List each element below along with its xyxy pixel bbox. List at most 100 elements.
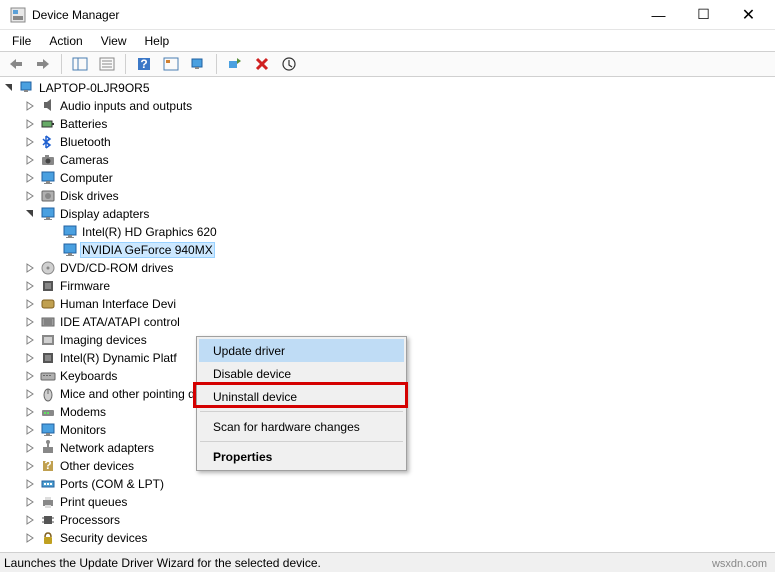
context-menu: Update driver Disable device Uninstall d…: [196, 336, 407, 471]
menu-view[interactable]: View: [93, 32, 135, 50]
cpu-icon: [40, 512, 56, 528]
expand-arrow-icon[interactable]: [22, 512, 38, 528]
back-button[interactable]: [4, 53, 28, 75]
disk-icon: [40, 188, 56, 204]
tree-item-label: DVD/CD-ROM drives: [58, 261, 175, 275]
tree-category[interactable]: Ports (COM & LPT): [0, 475, 775, 493]
other-icon: ?: [40, 458, 56, 474]
forward-button[interactable]: [31, 53, 55, 75]
action-button[interactable]: [159, 53, 183, 75]
tree-item-label: Imaging devices: [58, 333, 149, 347]
expand-arrow-icon[interactable]: [22, 530, 38, 546]
context-uninstall-device[interactable]: Uninstall device: [199, 385, 404, 408]
maximize-button[interactable]: ☐: [681, 1, 726, 29]
tree-category[interactable]: Human Interface Devi: [0, 295, 775, 313]
battery-icon: [40, 116, 56, 132]
expand-arrow-icon[interactable]: [22, 314, 38, 330]
expand-arrow-icon[interactable]: [22, 458, 38, 474]
window-title: Device Manager: [32, 8, 636, 22]
close-button[interactable]: ✕: [726, 1, 771, 29]
scan-hardware-button[interactable]: [186, 53, 210, 75]
menu-file[interactable]: File: [4, 32, 39, 50]
expand-arrow-icon[interactable]: [22, 332, 38, 348]
context-properties[interactable]: Properties: [199, 445, 404, 468]
tree-item-label: Computer: [58, 171, 115, 185]
statusbar: Launches the Update Driver Wizard for th…: [0, 552, 775, 572]
hid-icon: [40, 296, 56, 312]
tree-category[interactable]: Processors: [0, 511, 775, 529]
uninstall-button[interactable]: [250, 53, 274, 75]
mouse-icon: [40, 386, 56, 402]
expand-arrow-icon[interactable]: [22, 404, 38, 420]
properties-button[interactable]: [95, 53, 119, 75]
tree-device[interactable]: Intel(R) HD Graphics 620: [0, 223, 775, 241]
chip-icon: [40, 278, 56, 294]
tree-item-label: IDE ATA/ATAPI control: [58, 315, 182, 329]
device-tree[interactable]: LAPTOP-0LJR9OR5 Audio inputs and outputs B…: [0, 77, 775, 552]
expand-arrow-icon[interactable]: [22, 350, 38, 366]
show-hide-tree-button[interactable]: [68, 53, 92, 75]
expand-arrow-icon[interactable]: [22, 188, 38, 204]
tree-item-label: Bluetooth: [58, 135, 113, 149]
tree-category[interactable]: Display adapters: [0, 205, 775, 223]
tree-category[interactable]: DVD/CD-ROM drives: [0, 259, 775, 277]
tree-item-label: Display adapters: [58, 207, 151, 221]
monitor-icon: [62, 224, 78, 240]
help-button[interactable]: ?: [132, 53, 156, 75]
minimize-button[interactable]: —: [636, 1, 681, 29]
tree-category[interactable]: Computer: [0, 169, 775, 187]
context-scan-hardware[interactable]: Scan for hardware changes: [199, 415, 404, 438]
tree-category[interactable]: Disk drives: [0, 187, 775, 205]
tree-category[interactable]: Print queues: [0, 493, 775, 511]
watermark: wsxdn.com: [712, 558, 767, 570]
bluetooth-icon: [40, 134, 56, 150]
menu-action[interactable]: Action: [41, 32, 90, 50]
expand-arrow-icon[interactable]: [22, 440, 38, 456]
tree-category[interactable]: Security devices: [0, 529, 775, 547]
menu-help[interactable]: Help: [137, 32, 178, 50]
expand-arrow-icon[interactable]: [22, 260, 38, 276]
tree-item-label: Monitors: [58, 423, 108, 437]
tree-root[interactable]: LAPTOP-0LJR9OR5: [0, 79, 775, 97]
collapse-arrow-icon[interactable]: [1, 80, 17, 96]
expand-arrow-icon[interactable]: [22, 170, 38, 186]
expand-arrow-icon[interactable]: [22, 386, 38, 402]
port-icon: [40, 476, 56, 492]
computer-icon: [19, 80, 35, 96]
expand-arrow-icon[interactable]: [22, 116, 38, 132]
tree-category[interactable]: Firmware: [0, 277, 775, 295]
tree-device[interactable]: NVIDIA GeForce 940MX: [0, 241, 775, 259]
toolbar: ?: [0, 51, 775, 77]
collapse-arrow-icon[interactable]: [22, 206, 38, 222]
expand-arrow-icon[interactable]: [22, 134, 38, 150]
tree-item-label: LAPTOP-0LJR9OR5: [37, 81, 152, 95]
tree-item-label: NVIDIA GeForce 940MX: [80, 242, 215, 258]
tree-category[interactable]: Batteries: [0, 115, 775, 133]
expand-arrow-icon[interactable]: [22, 494, 38, 510]
tree-category[interactable]: IDE ATA/ATAPI control: [0, 313, 775, 331]
modem-icon: [40, 404, 56, 420]
audio-icon: [40, 98, 56, 114]
tree-category[interactable]: Audio inputs and outputs: [0, 97, 775, 115]
security-icon: [40, 530, 56, 546]
context-update-driver[interactable]: Update driver: [199, 339, 404, 362]
expand-arrow-icon[interactable]: [22, 296, 38, 312]
expand-arrow-icon[interactable]: [22, 368, 38, 384]
tree-category[interactable]: Bluetooth: [0, 133, 775, 151]
imaging-icon: [40, 332, 56, 348]
expand-arrow-icon[interactable]: [22, 152, 38, 168]
tree-item-label: Intel(R) Dynamic Platf: [58, 351, 179, 365]
network-icon: [40, 440, 56, 456]
context-disable-device[interactable]: Disable device: [199, 362, 404, 385]
status-text: Launches the Update Driver Wizard for th…: [4, 556, 321, 570]
expand-arrow-icon[interactable]: [22, 278, 38, 294]
update-driver-button[interactable]: [223, 53, 247, 75]
expand-arrow-icon[interactable]: [22, 422, 38, 438]
printer-icon: [40, 494, 56, 510]
app-icon: [10, 7, 26, 23]
expand-arrow-icon[interactable]: [22, 98, 38, 114]
expand-arrow-icon[interactable]: [22, 476, 38, 492]
disable-button[interactable]: [277, 53, 301, 75]
tree-item-label: Batteries: [58, 117, 109, 131]
tree-category[interactable]: Cameras: [0, 151, 775, 169]
